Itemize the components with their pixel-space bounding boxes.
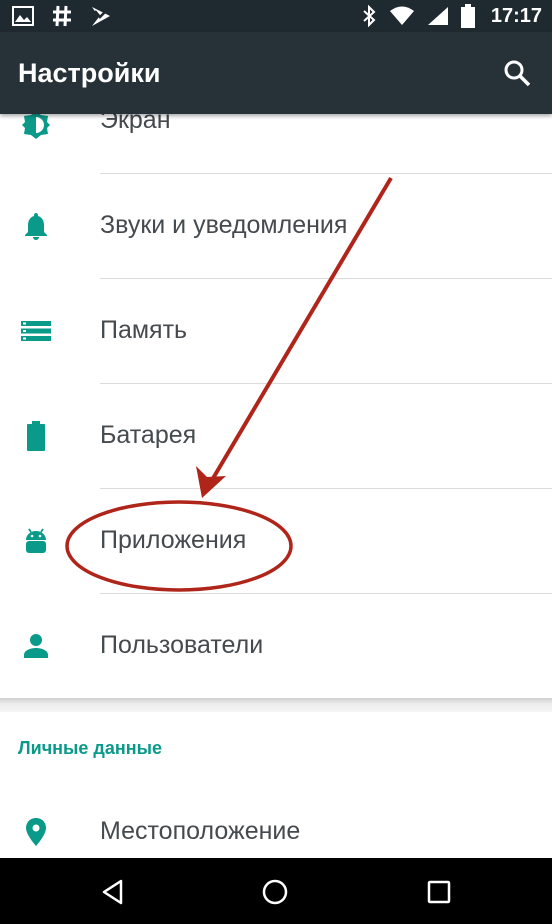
settings-item-display[interactable]: Экран (0, 114, 552, 174)
settings-item-battery[interactable]: Батарея (0, 384, 552, 489)
settings-item-label: Приложения (100, 526, 247, 554)
settings-item-location[interactable]: Местоположение (0, 780, 552, 858)
section-separator (0, 698, 552, 712)
status-time: 17:17 (490, 4, 542, 27)
settings-item-sounds[interactable]: Звуки и уведомления (0, 174, 552, 279)
signal-icon (427, 7, 448, 25)
settings-item-label: Звуки и уведомления (100, 211, 348, 239)
battery-icon (27, 421, 45, 451)
home-icon[interactable] (260, 877, 290, 907)
settings-item-label: Память (100, 316, 188, 344)
android-icon (26, 528, 46, 553)
bluetooth-icon (363, 5, 376, 27)
bell-icon (25, 213, 47, 240)
wifi-icon (389, 6, 414, 25)
settings-item-storage[interactable]: Память (0, 279, 552, 384)
person-icon (24, 634, 48, 658)
storage-icon (21, 321, 51, 341)
section-title: Личные данные (18, 738, 162, 758)
settings-item-apps[interactable]: Приложения (0, 489, 552, 594)
page-title: Настройки (18, 58, 161, 88)
back-icon[interactable] (98, 877, 128, 907)
location-pin-icon (26, 818, 46, 846)
settings-item-users[interactable]: Пользователи (0, 594, 552, 699)
settings-item-label: Пользователи (100, 631, 264, 659)
settings-item-label: Местоположение (100, 817, 301, 845)
app-toolbar: Настройки (0, 32, 552, 114)
brightness-icon (22, 114, 50, 139)
recents-icon[interactable] (424, 877, 454, 907)
status-bar: 17:17 (0, 0, 552, 32)
settings-item-label: Экран (100, 114, 171, 134)
settings-item-label: Батарея (100, 421, 197, 449)
battery-icon (460, 4, 475, 28)
search-icon[interactable] (502, 58, 532, 88)
hash-icon (53, 5, 71, 27)
check-shield-icon (92, 7, 110, 26)
image-icon (12, 6, 34, 26)
navigation-bar (0, 858, 552, 924)
settings-list: Экран Звуки и уведомления Память Батарея (0, 114, 552, 858)
